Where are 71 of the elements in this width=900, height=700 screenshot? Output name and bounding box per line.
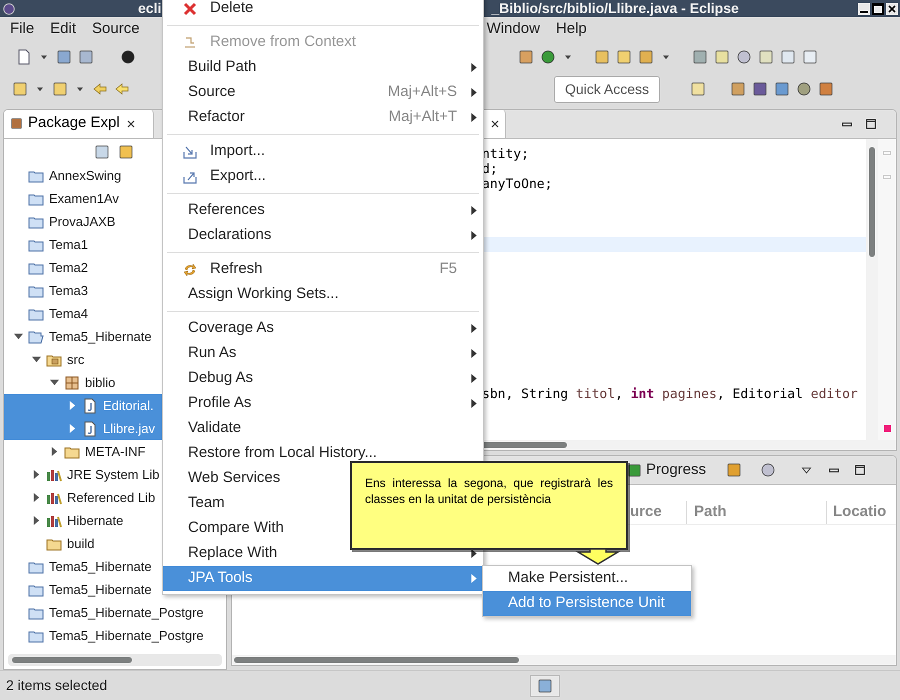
app-icon[interactable] — [2, 2, 16, 16]
delete-icon — [182, 0, 198, 16]
menu-item[interactable]: Refresh F5 — [163, 257, 483, 282]
menu-item[interactable]: Export... — [163, 164, 483, 189]
minimize-button[interactable] — [858, 2, 870, 14]
expanded-arrow-icon[interactable] — [50, 378, 58, 387]
back-arrow-icon[interactable] — [114, 81, 130, 97]
maximize-icon[interactable] — [864, 117, 878, 131]
menu-bar-item[interactable]: Source — [92, 18, 140, 41]
java-file-icon — [82, 420, 98, 436]
menu-item[interactable]: Delete — [163, 0, 483, 21]
menu-item[interactable]: Source Maj+Alt+S — [163, 80, 483, 105]
java-file-icon — [82, 398, 98, 414]
horizontal-scrollbar[interactable] — [8, 654, 222, 666]
submenu-arrow-icon — [471, 206, 477, 215]
menu-bar-item[interactable]: Edit — [50, 18, 76, 41]
menu-bar-item[interactable]: Help — [556, 18, 587, 41]
submenu-arrow-icon — [471, 113, 477, 122]
new-file-icon[interactable] — [16, 49, 32, 65]
menu-bar-item[interactable]: Window — [486, 18, 540, 41]
menu-item[interactable]: Build Path — [163, 55, 483, 80]
submenu-arrow-icon — [471, 574, 477, 583]
package-explorer-tab[interactable]: Package Expl — [4, 110, 154, 138]
close-button[interactable] — [886, 2, 898, 14]
horizontal-scrollbar[interactable] — [232, 655, 896, 665]
callout-text: Ens interessa la segona, que registrarà les classes en la unitat de persistència — [365, 475, 613, 507]
tree-item[interactable]: Tema5_Hibernate_Postgre — [4, 624, 226, 647]
close-icon[interactable] — [124, 118, 137, 130]
menu-item[interactable]: References — [163, 198, 483, 223]
refresh-icon — [182, 262, 198, 278]
submenu-arrow-icon — [471, 63, 477, 72]
menu-item[interactable]: Make Persistent... — [483, 566, 691, 591]
menu-item[interactable]: Debug As — [163, 366, 483, 391]
window-title: ecli — [138, 0, 162, 18]
menu-item[interactable]: Replace With — [163, 541, 483, 566]
submenu-arrow-icon — [471, 88, 477, 97]
menu-bar-item[interactable]: File — [10, 18, 34, 41]
collapsed-arrow-icon[interactable] — [32, 516, 40, 525]
back-arrow-icon[interactable] — [92, 81, 108, 97]
close-icon[interactable] — [489, 118, 501, 130]
menu-item[interactable]: Refactor Maj+Alt+T — [163, 105, 483, 130]
error-marker[interactable] — [884, 425, 890, 432]
window-title: _Biblio/src/biblio/Llibre.java - Eclipse — [491, 0, 739, 18]
quick-access-field[interactable]: Quick Access — [554, 76, 660, 102]
collapsed-arrow-icon[interactable] — [68, 401, 76, 410]
menu-item[interactable]: Import... — [163, 139, 483, 164]
expanded-arrow-icon[interactable] — [32, 355, 40, 364]
collapsed-arrow-icon[interactable] — [68, 424, 76, 433]
submenu-arrow-icon — [471, 349, 477, 358]
collapsed-arrow-icon[interactable] — [50, 447, 58, 456]
submenu-arrow-icon — [471, 374, 477, 383]
code-line: anyToOne; — [482, 177, 552, 192]
menu-item[interactable]: Assign Working Sets... — [163, 282, 483, 307]
maximize-icon[interactable] — [853, 463, 868, 477]
vertical-scrollbar[interactable] — [866, 139, 878, 440]
submenu-arrow-icon — [471, 399, 477, 408]
menu-item[interactable]: Restore from Local History... — [163, 441, 483, 466]
collapsed-arrow-icon[interactable] — [32, 493, 40, 502]
submenu-arrow-icon — [471, 231, 477, 240]
code-line: sbn, String titol, int pagines, Editorial editor — [482, 387, 858, 402]
status-button[interactable] — [530, 674, 560, 696]
collapsed-arrow-icon[interactable] — [32, 470, 40, 479]
progress-tab[interactable]: Progress — [627, 458, 706, 482]
menu-item[interactable]: Run As — [163, 341, 483, 366]
tree-item[interactable]: Tema5_Hibernate_Postgre — [4, 601, 226, 624]
menu-item[interactable]: Declarations — [163, 223, 483, 248]
status-text: 2 items selected — [6, 676, 108, 695]
expanded-arrow-icon[interactable] — [14, 332, 22, 341]
maximize-button[interactable] — [872, 2, 884, 14]
submenu-arrow-icon — [471, 324, 477, 333]
menu-item[interactable]: Coverage As — [163, 316, 483, 341]
